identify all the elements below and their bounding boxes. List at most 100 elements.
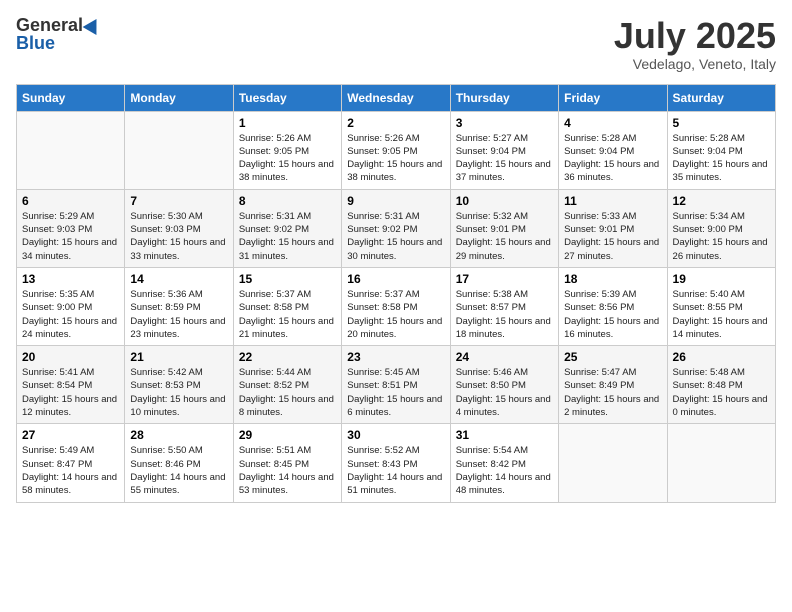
- calendar-cell: 6Sunrise: 5:29 AMSunset: 9:03 PMDaylight…: [17, 189, 125, 267]
- day-info: Sunrise: 5:33 AMSunset: 9:01 PMDaylight:…: [564, 210, 661, 263]
- month-title: July 2025: [614, 16, 776, 56]
- day-number: 2: [347, 116, 444, 130]
- day-info: Sunrise: 5:35 AMSunset: 9:00 PMDaylight:…: [22, 288, 119, 341]
- day-info: Sunrise: 5:31 AMSunset: 9:02 PMDaylight:…: [239, 210, 336, 263]
- day-number: 20: [22, 350, 119, 364]
- day-number: 15: [239, 272, 336, 286]
- calendar-cell: 1 Sunrise: 5:26 AMSunset: 9:05 PMDaylight…: [233, 111, 341, 189]
- day-info: Sunrise: 5:47 AMSunset: 8:49 PMDaylight:…: [564, 366, 661, 419]
- day-info: Sunrise: 5:52 AMSunset: 8:43 PMDaylight:…: [347, 444, 444, 497]
- day-info: Sunrise: 5:26 AMSunset: 9:05 PMDaylight:…: [347, 132, 444, 185]
- calendar-cell: 16Sunrise: 5:37 AMSunset: 8:58 PMDayligh…: [342, 267, 450, 345]
- day-of-week-header: Wednesday: [342, 84, 450, 111]
- day-info: Sunrise: 5:30 AMSunset: 9:03 PMDaylight:…: [130, 210, 227, 263]
- calendar-cell: 24 Sunrise: 5:46 AMSunset: 8:50 PMDayligh…: [450, 346, 558, 424]
- day-number: 31: [456, 428, 553, 442]
- calendar-cell: 12Sunrise: 5:34 AMSunset: 9:00 PMDayligh…: [667, 189, 775, 267]
- day-number: 3: [456, 116, 553, 130]
- calendar-cell: 23Sunrise: 5:45 AMSunset: 8:51 PMDayligh…: [342, 346, 450, 424]
- day-number: 18: [564, 272, 661, 286]
- location-subtitle: Vedelago, Veneto, Italy: [614, 56, 776, 72]
- calendar-cell: 15 Sunrise: 5:37 AMSunset: 8:58 PMDayligh…: [233, 267, 341, 345]
- calendar-cell: 13 Sunrise: 5:35 AMSunset: 9:00 PMDayligh…: [17, 267, 125, 345]
- day-info: Sunrise: 5:31 AMSunset: 9:02 PMDaylight:…: [347, 210, 444, 263]
- day-info: Sunrise: 5:32 AMSunset: 9:01 PMDaylight:…: [456, 210, 553, 263]
- day-number: 28: [130, 428, 227, 442]
- calendar-cell: 31 Sunrise: 5:54 AMSunset: 8:42 PMDayligh…: [450, 424, 558, 502]
- day-info: Sunrise: 5:27 AMSunset: 9:04 PMDaylight:…: [456, 132, 553, 185]
- calendar-cell: 14 Sunrise: 5:36 AMSunset: 8:59 PMDayligh…: [125, 267, 233, 345]
- day-info: Sunrise: 5:26 AMSunset: 9:05 PMDaylight:…: [239, 132, 336, 185]
- day-number: 1: [239, 116, 336, 130]
- day-number: 10: [456, 194, 553, 208]
- calendar-week-row: 20 Sunrise: 5:41 AMSunset: 8:54 PMDayligh…: [17, 346, 776, 424]
- day-info: Sunrise: 5:34 AMSunset: 9:00 PMDaylight:…: [673, 210, 770, 263]
- day-info: Sunrise: 5:54 AMSunset: 8:42 PMDaylight:…: [456, 444, 553, 497]
- logo-icon: [83, 15, 104, 35]
- day-info: Sunrise: 5:38 AMSunset: 8:57 PMDaylight:…: [456, 288, 553, 341]
- calendar-cell: 3 Sunrise: 5:27 AMSunset: 9:04 PMDaylight…: [450, 111, 558, 189]
- day-info: Sunrise: 5:36 AMSunset: 8:59 PMDaylight:…: [130, 288, 227, 341]
- day-number: 8: [239, 194, 336, 208]
- calendar-cell: 22Sunrise: 5:44 AMSunset: 8:52 PMDayligh…: [233, 346, 341, 424]
- calendar-cell: 4 Sunrise: 5:28 AMSunset: 9:04 PMDaylight…: [559, 111, 667, 189]
- day-info: Sunrise: 5:45 AMSunset: 8:51 PMDaylight:…: [347, 366, 444, 419]
- calendar-week-row: 27 Sunrise: 5:49 AMSunset: 8:47 PMDayligh…: [17, 424, 776, 502]
- calendar-cell: [125, 111, 233, 189]
- day-info: Sunrise: 5:42 AMSunset: 8:53 PMDaylight:…: [130, 366, 227, 419]
- day-of-week-header: Thursday: [450, 84, 558, 111]
- day-number: 14: [130, 272, 227, 286]
- day-info: Sunrise: 5:41 AMSunset: 8:54 PMDaylight:…: [22, 366, 119, 419]
- calendar-cell: 2 Sunrise: 5:26 AMSunset: 9:05 PMDaylight…: [342, 111, 450, 189]
- day-number: 11: [564, 194, 661, 208]
- day-number: 9: [347, 194, 444, 208]
- day-info: Sunrise: 5:28 AMSunset: 9:04 PMDaylight:…: [564, 132, 661, 185]
- calendar-cell: 8 Sunrise: 5:31 AMSunset: 9:02 PMDaylight…: [233, 189, 341, 267]
- calendar-cell: 26Sunrise: 5:48 AMSunset: 8:48 PMDayligh…: [667, 346, 775, 424]
- day-number: 25: [564, 350, 661, 364]
- calendar-cell: 10 Sunrise: 5:32 AMSunset: 9:01 PMDayligh…: [450, 189, 558, 267]
- calendar-cell: 25 Sunrise: 5:47 AMSunset: 8:49 PMDayligh…: [559, 346, 667, 424]
- calendar-cell: 18 Sunrise: 5:39 AMSunset: 8:56 PMDayligh…: [559, 267, 667, 345]
- day-number: 30: [347, 428, 444, 442]
- day-info: Sunrise: 5:51 AMSunset: 8:45 PMDaylight:…: [239, 444, 336, 497]
- day-of-week-header: Tuesday: [233, 84, 341, 111]
- calendar-week-row: 13 Sunrise: 5:35 AMSunset: 9:00 PMDayligh…: [17, 267, 776, 345]
- day-info: Sunrise: 5:28 AMSunset: 9:04 PMDaylight:…: [673, 132, 770, 185]
- day-info: Sunrise: 5:48 AMSunset: 8:48 PMDaylight:…: [673, 366, 770, 419]
- calendar-cell: 17 Sunrise: 5:38 AMSunset: 8:57 PMDayligh…: [450, 267, 558, 345]
- day-info: Sunrise: 5:46 AMSunset: 8:50 PMDaylight:…: [456, 366, 553, 419]
- day-info: Sunrise: 5:40 AMSunset: 8:55 PMDaylight:…: [673, 288, 770, 341]
- calendar-cell: 19Sunrise: 5:40 AMSunset: 8:55 PMDayligh…: [667, 267, 775, 345]
- calendar-cell: 30 Sunrise: 5:52 AMSunset: 8:43 PMDayligh…: [342, 424, 450, 502]
- calendar-cell: 21 Sunrise: 5:42 AMSunset: 8:53 PMDayligh…: [125, 346, 233, 424]
- page-header: General Blue July 2025 Vedelago, Veneto,…: [16, 16, 776, 72]
- day-number: 6: [22, 194, 119, 208]
- day-info: Sunrise: 5:39 AMSunset: 8:56 PMDaylight:…: [564, 288, 661, 341]
- logo-blue-text: Blue: [16, 34, 55, 52]
- day-number: 5: [673, 116, 770, 130]
- calendar-cell: 20 Sunrise: 5:41 AMSunset: 8:54 PMDayligh…: [17, 346, 125, 424]
- calendar-cell: 5 Sunrise: 5:28 AMSunset: 9:04 PMDaylight…: [667, 111, 775, 189]
- day-number: 13: [22, 272, 119, 286]
- day-number: 24: [456, 350, 553, 364]
- day-number: 29: [239, 428, 336, 442]
- day-number: 16: [347, 272, 444, 286]
- calendar-cell: 7 Sunrise: 5:30 AMSunset: 9:03 PMDaylight…: [125, 189, 233, 267]
- title-block: July 2025 Vedelago, Veneto, Italy: [614, 16, 776, 72]
- calendar-table: SundayMondayTuesdayWednesdayThursdayFrid…: [16, 84, 776, 503]
- day-info: Sunrise: 5:37 AMSunset: 8:58 PMDaylight:…: [239, 288, 336, 341]
- calendar-week-row: 6Sunrise: 5:29 AMSunset: 9:03 PMDaylight…: [17, 189, 776, 267]
- calendar-cell: 28Sunrise: 5:50 AMSunset: 8:46 PMDayligh…: [125, 424, 233, 502]
- calendar-cell: [667, 424, 775, 502]
- day-number: 4: [564, 116, 661, 130]
- day-number: 7: [130, 194, 227, 208]
- calendar-cell: 11 Sunrise: 5:33 AMSunset: 9:01 PMDayligh…: [559, 189, 667, 267]
- day-number: 27: [22, 428, 119, 442]
- logo-general-text: General: [16, 16, 83, 34]
- day-info: Sunrise: 5:49 AMSunset: 8:47 PMDaylight:…: [22, 444, 119, 497]
- day-number: 17: [456, 272, 553, 286]
- calendar-cell: 27 Sunrise: 5:49 AMSunset: 8:47 PMDayligh…: [17, 424, 125, 502]
- calendar-cell: [559, 424, 667, 502]
- day-number: 21: [130, 350, 227, 364]
